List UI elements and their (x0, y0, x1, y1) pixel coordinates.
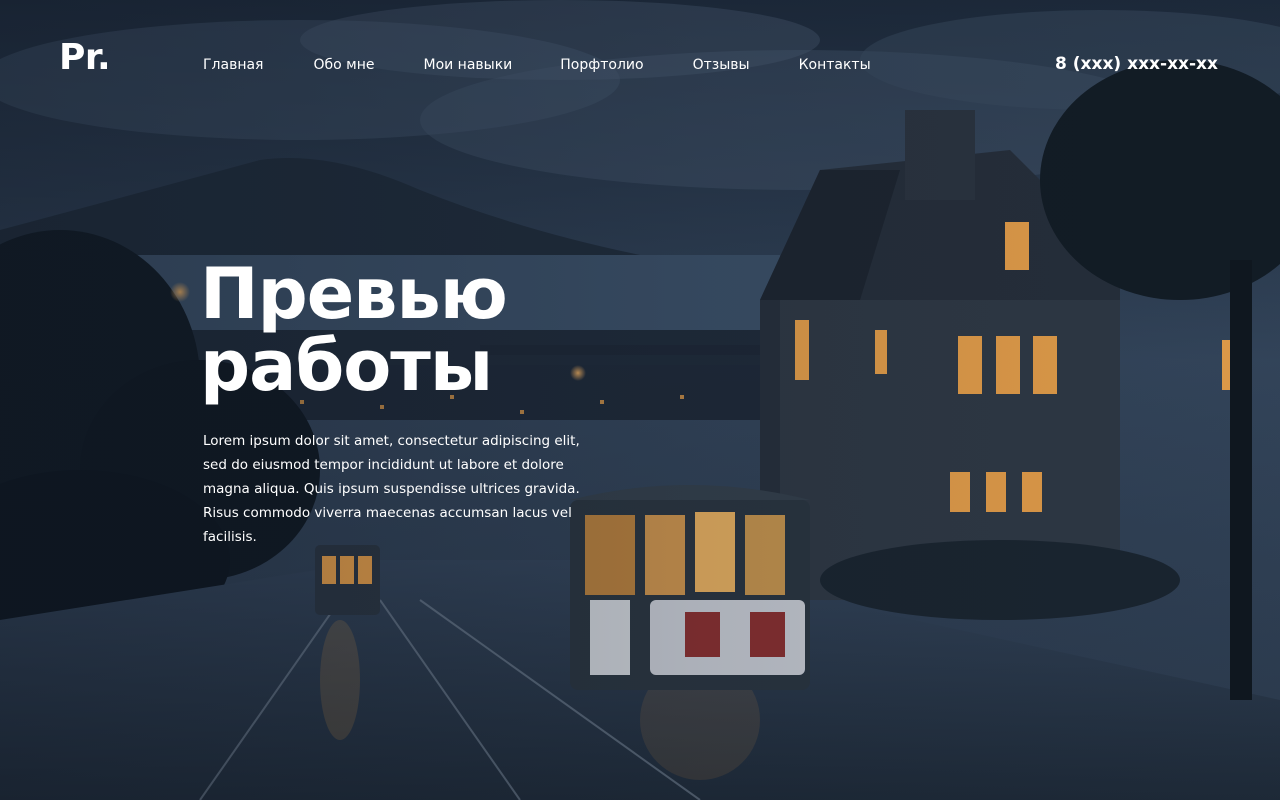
hero-description: Lorem ipsum dolor sit amet, consectetur … (203, 433, 580, 545)
nav-item-portfolio: Порфтолио (560, 55, 643, 75)
nav-link-home[interactable]: Главная (203, 55, 263, 75)
nav-link-contacts[interactable]: Контакты (799, 55, 871, 75)
main-nav: Главная Обо мне Мои навыки Порфтолио Отз… (203, 55, 871, 75)
nav-item-home: Главная (203, 55, 263, 75)
nav-link-about[interactable]: Обо мне (313, 55, 374, 75)
nav-item-about: Обо мне (313, 55, 374, 75)
nav-link-skills[interactable]: Мои навыки (423, 55, 512, 75)
nav-link-reviews[interactable]: Отзывы (693, 55, 750, 75)
landing-page: Pr. Главная Обо мне Мои навыки Порфтолио… (0, 0, 1280, 800)
hero-title-line-2: работы (200, 325, 493, 407)
phone-link[interactable]: 8 (xxx) xxx-xx-xx (1055, 52, 1218, 76)
hero-title: Превью работы (200, 258, 720, 402)
nav-link-portfolio[interactable]: Порфтолио (560, 55, 643, 75)
nav-item-contacts: Контакты (799, 55, 871, 75)
nav-item-reviews: Отзывы (693, 55, 750, 75)
site-logo[interactable]: Pr. (59, 36, 111, 80)
nav-item-skills: Мои навыки (423, 55, 512, 75)
hero-title-line-1: Превью (200, 253, 508, 335)
